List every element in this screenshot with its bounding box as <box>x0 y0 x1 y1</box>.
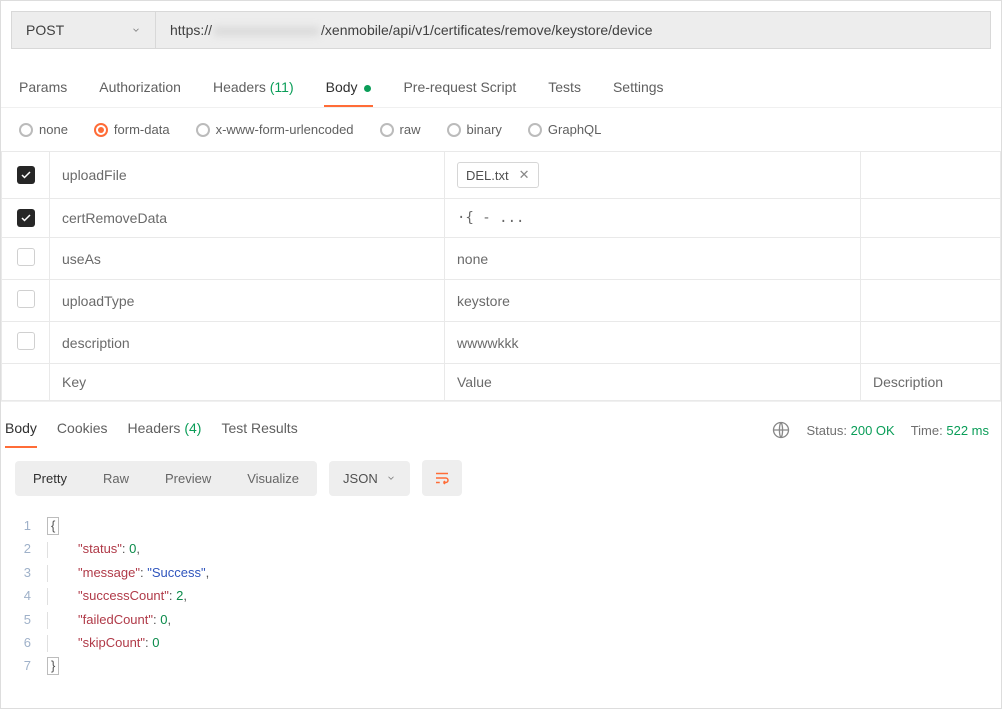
table-row-empty: Key Value Description <box>2 364 1001 401</box>
status-label: Status: <box>807 423 847 438</box>
format-label: JSON <box>343 471 378 486</box>
resp-tab-cookies[interactable]: Cookies <box>57 412 108 448</box>
row-key[interactable]: useAs <box>50 238 445 280</box>
url-hidden-host: xxxxxxxxxxxxxxx <box>214 22 319 38</box>
row-desc[interactable] <box>861 152 1001 199</box>
response-toolbar: Pretty Raw Preview Visualize JSON <box>1 448 1001 508</box>
row-value[interactable]: keystore <box>445 280 861 322</box>
tab-prerequest[interactable]: Pre-request Script <box>401 71 518 107</box>
row-key[interactable]: certRemoveData <box>50 199 445 238</box>
http-method-label: POST <box>26 22 64 38</box>
bodytype-urlencoded[interactable]: x-www-form-urlencoded <box>196 122 354 137</box>
tab-authorization[interactable]: Authorization <box>97 71 183 107</box>
viewmode-raw[interactable]: Raw <box>85 461 147 496</box>
tab-headers-count: (11) <box>270 79 294 95</box>
bodytype-raw[interactable]: raw <box>380 122 421 137</box>
bodytype-none[interactable]: none <box>19 122 68 137</box>
url-input[interactable]: https:// xxxxxxxxxxxxxxx /xenmobile/api/… <box>156 11 991 49</box>
http-method-select[interactable]: POST <box>11 11 156 49</box>
table-row: description wwwwkkk <box>2 322 1001 364</box>
row-desc[interactable] <box>861 280 1001 322</box>
chevron-down-icon <box>386 473 396 483</box>
request-tabs: Params Authorization Headers (11) Body P… <box>1 59 1001 108</box>
row-value[interactable]: none <box>445 238 861 280</box>
row-checkbox[interactable] <box>17 166 35 184</box>
view-mode-group: Pretty Raw Preview Visualize <box>15 461 317 496</box>
row-checkbox[interactable] <box>17 209 35 227</box>
new-desc-input[interactable]: Description <box>861 364 1001 401</box>
tab-params[interactable]: Params <box>17 71 69 107</box>
response-bar: Body Cookies Headers (4) Test Results St… <box>1 401 1001 448</box>
viewmode-visualize[interactable]: Visualize <box>229 461 317 496</box>
active-dot-icon <box>364 85 371 92</box>
remove-file-icon[interactable]: ✕ <box>519 167 530 183</box>
bodytype-formdata[interactable]: form-data <box>94 122 170 137</box>
viewmode-pretty[interactable]: Pretty <box>15 461 85 496</box>
body-type-selector: none form-data x-www-form-urlencoded raw… <box>1 108 1001 151</box>
row-checkbox[interactable] <box>17 248 35 266</box>
bodytype-binary[interactable]: binary <box>447 122 502 137</box>
url-path: /xenmobile/api/v1/certificates/remove/ke… <box>321 22 652 38</box>
new-value-input[interactable]: Value <box>445 364 861 401</box>
table-row: uploadType keystore <box>2 280 1001 322</box>
network-icon[interactable] <box>771 420 791 440</box>
time-label: Time: <box>911 423 943 438</box>
row-desc[interactable] <box>861 322 1001 364</box>
status-value: 200 OK <box>851 423 895 438</box>
row-value[interactable]: ·{ - ... <box>445 199 861 238</box>
file-chip-name: DEL.txt <box>466 168 509 183</box>
row-key[interactable]: uploadType <box>50 280 445 322</box>
time-value: 522 ms <box>946 423 989 438</box>
url-prefix: https:// <box>170 22 212 38</box>
resp-tab-testresults[interactable]: Test Results <box>221 412 297 448</box>
file-chip[interactable]: DEL.txt ✕ <box>457 162 539 188</box>
row-checkbox[interactable] <box>17 290 35 308</box>
format-select[interactable]: JSON <box>329 461 410 496</box>
resp-tab-body[interactable]: Body <box>5 412 37 448</box>
row-checkbox[interactable] <box>17 332 35 350</box>
tab-headers[interactable]: Headers (11) <box>211 71 296 107</box>
wrap-lines-button[interactable] <box>422 460 462 496</box>
row-value[interactable]: DEL.txt ✕ <box>445 152 861 199</box>
row-key[interactable]: description <box>50 322 445 364</box>
row-desc[interactable] <box>861 238 1001 280</box>
response-body-code[interactable]: 1{ 2"status": 0, 3"message": "Success", … <box>1 508 1001 708</box>
row-key[interactable]: uploadFile <box>50 152 445 199</box>
table-row: uploadFile DEL.txt ✕ <box>2 152 1001 199</box>
bodytype-graphql[interactable]: GraphQL <box>528 122 601 137</box>
formdata-table: uploadFile DEL.txt ✕ certRemoveData ·{ -… <box>1 151 1001 401</box>
json-skipcount: 0 <box>152 635 159 650</box>
tab-tests[interactable]: Tests <box>546 71 583 107</box>
chevron-down-icon <box>131 25 141 35</box>
tab-body[interactable]: Body <box>324 71 374 107</box>
row-value[interactable]: wwwwkkk <box>445 322 861 364</box>
resp-tab-headers[interactable]: Headers (4) <box>128 412 202 448</box>
table-row: certRemoveData ·{ - ... <box>2 199 1001 238</box>
tab-settings[interactable]: Settings <box>611 71 666 107</box>
table-row: useAs none <box>2 238 1001 280</box>
json-message: Success <box>152 565 201 580</box>
new-key-input[interactable]: Key <box>50 364 445 401</box>
viewmode-preview[interactable]: Preview <box>147 461 229 496</box>
row-desc[interactable] <box>861 199 1001 238</box>
tab-headers-label: Headers <box>213 79 266 95</box>
tab-body-label: Body <box>326 79 358 95</box>
